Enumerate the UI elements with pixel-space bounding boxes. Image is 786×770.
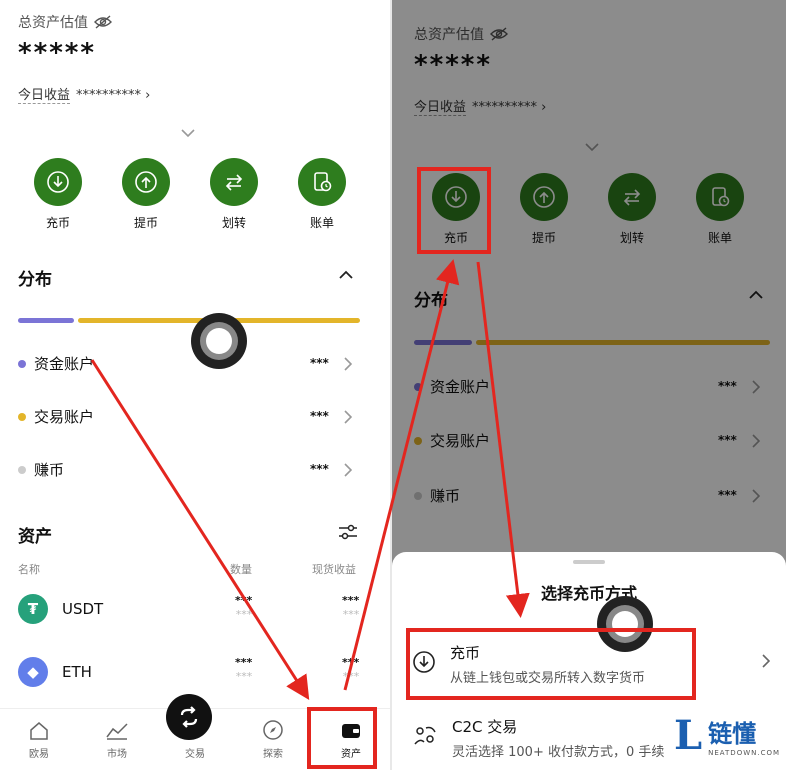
arrow-to-assets-tab [90,359,310,701]
arrow-to-deposit-button [343,259,460,691]
watermark-logo: L 链懂 NEATDOWN.COM [668,700,786,770]
annotation-arrows [90,259,530,701]
arrow-to-deposit-option [476,261,530,618]
